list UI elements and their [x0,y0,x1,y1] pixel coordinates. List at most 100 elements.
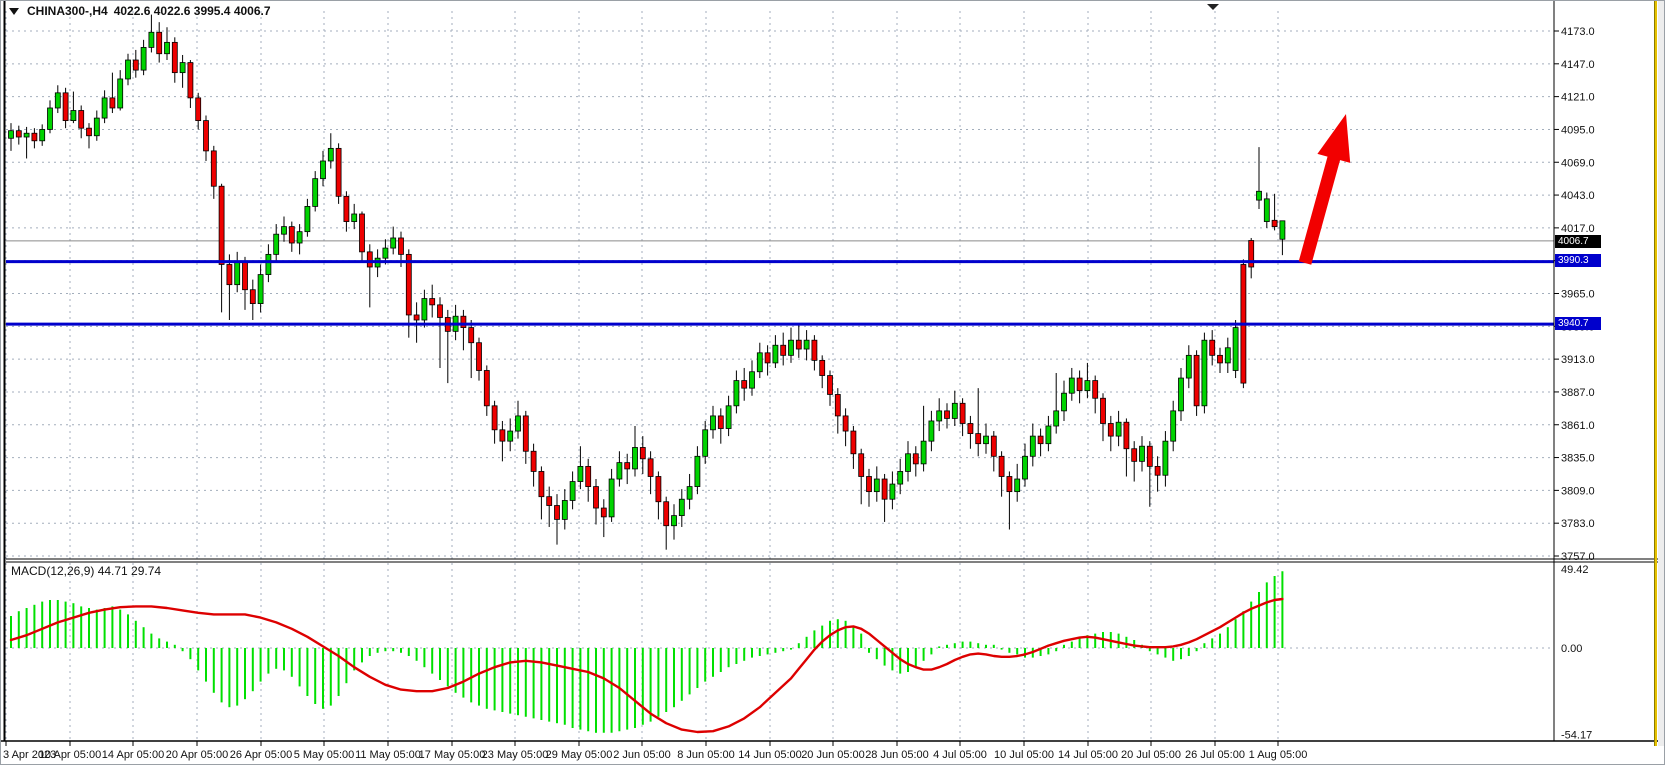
candle-body [219,186,224,264]
candle-body [726,406,731,429]
candle-body [469,328,474,343]
candle-body [1132,449,1137,462]
candle-body [289,227,294,243]
candle-body [188,63,193,98]
chart-canvas[interactable]: 4173.04147.04121.04095.04069.04043.04017… [1,1,1665,765]
candle-body [991,436,996,456]
support-line-price-tag: 3940.7 [1555,317,1601,330]
candle-body [742,381,747,389]
candle-body [211,151,216,186]
candle-body [851,431,856,454]
date-axis-label: 4 Jul 05:00 [933,749,987,761]
price-axis-label: 4147.0 [1561,59,1595,71]
candle-body [1007,476,1012,491]
candle-body [1140,446,1145,461]
window-edge-gutter [1658,1,1665,746]
candle-body [508,431,513,441]
candle-body [765,353,770,363]
candle-body [430,299,435,305]
date-axis-label: 20 Jul 05:00 [1121,749,1181,761]
candle-body [172,42,177,72]
date-axis-label: 10 Jul 05:00 [994,749,1054,761]
candle-body [601,508,606,517]
price-axis-label: 3965.0 [1561,289,1595,301]
date-axis-label: 1 Aug 05:00 [1249,749,1308,761]
candle-body [796,340,801,349]
candle-body [102,98,107,118]
candle-body [687,487,692,500]
date-axis-label: 11 May 05:00 [355,749,421,761]
candle-body [1280,221,1285,239]
candle-body [204,121,209,151]
candle-body [718,416,723,429]
candle-body [867,476,872,491]
candle-body [157,32,162,53]
candle-body [110,98,115,108]
candle-body [336,148,341,196]
candle-body [937,411,942,421]
candle-body [617,463,622,479]
candle-body [656,476,661,501]
candle-body [828,376,833,395]
date-axis-label: 2 Jun 05:00 [613,749,671,761]
ohlc-readout: 4022.6 4022.6 3995.4 4006.7 [114,4,271,18]
left-border [4,1,6,741]
candle-body [531,451,536,471]
price-axis-label: 3835.0 [1561,453,1595,465]
candle-body [1179,378,1184,411]
candle-body [952,403,957,418]
candle-body [16,131,21,137]
candle-body [773,345,778,363]
candle-body [890,484,895,499]
date-axis-label: 26 Apr 05:00 [230,749,292,761]
candle-body [921,441,926,464]
candle-body [586,466,591,486]
candle-body [399,238,404,254]
candle-body [321,161,326,179]
symbol-dropdown-icon[interactable] [9,8,19,15]
candle-body [55,93,60,108]
candle-body [243,262,248,290]
candle-body [968,423,973,433]
price-axis-label: 4017.0 [1561,223,1595,235]
candle-body [609,479,614,517]
candle-body [820,360,825,375]
candle-body [133,60,138,70]
candle-body [79,111,84,129]
candle-body [422,299,427,320]
candle-body [843,416,848,431]
resistance-line-price-tag: 3990.3 [1555,254,1601,267]
candle-body [523,416,528,451]
date-axis-label: 8 Jun 05:00 [677,749,735,761]
candle-body [1093,381,1098,399]
candle-body [1023,456,1028,479]
candle-body [945,411,950,419]
price-axis-label: 4121.0 [1561,92,1595,104]
candle-body [149,32,154,47]
candle-body [477,343,482,371]
macd-axis-bottom-label: -54.17 [1561,730,1592,742]
candle-body [1085,381,1090,391]
candle-body [32,133,37,141]
candle-body [313,179,318,207]
candle-body [781,345,786,355]
candle-body [555,506,560,520]
candle-body [1163,441,1168,475]
candle-body [94,118,99,136]
candle-body [250,290,255,304]
candle-body [235,262,240,285]
candle-body [297,232,302,243]
candle-body [24,133,29,137]
chart-title-bar[interactable]: CHINA300-,H4 4022.6 4022.6 3995.4 4006.7 [9,4,271,18]
candle-body [976,434,981,444]
symbol-period-label: CHINA300-,H4 [27,4,108,18]
candle-body [734,381,739,406]
candle-body [898,471,903,484]
candle-body [126,60,131,79]
candle-body [516,416,521,431]
price-axis-label: 3809.0 [1561,485,1595,497]
trading-chart-window: 4173.04147.04121.04095.04069.04043.04017… [0,0,1665,765]
candle-body [960,403,965,423]
candle-body [406,254,411,315]
date-axis-label: 29 May 05:00 [546,749,613,761]
